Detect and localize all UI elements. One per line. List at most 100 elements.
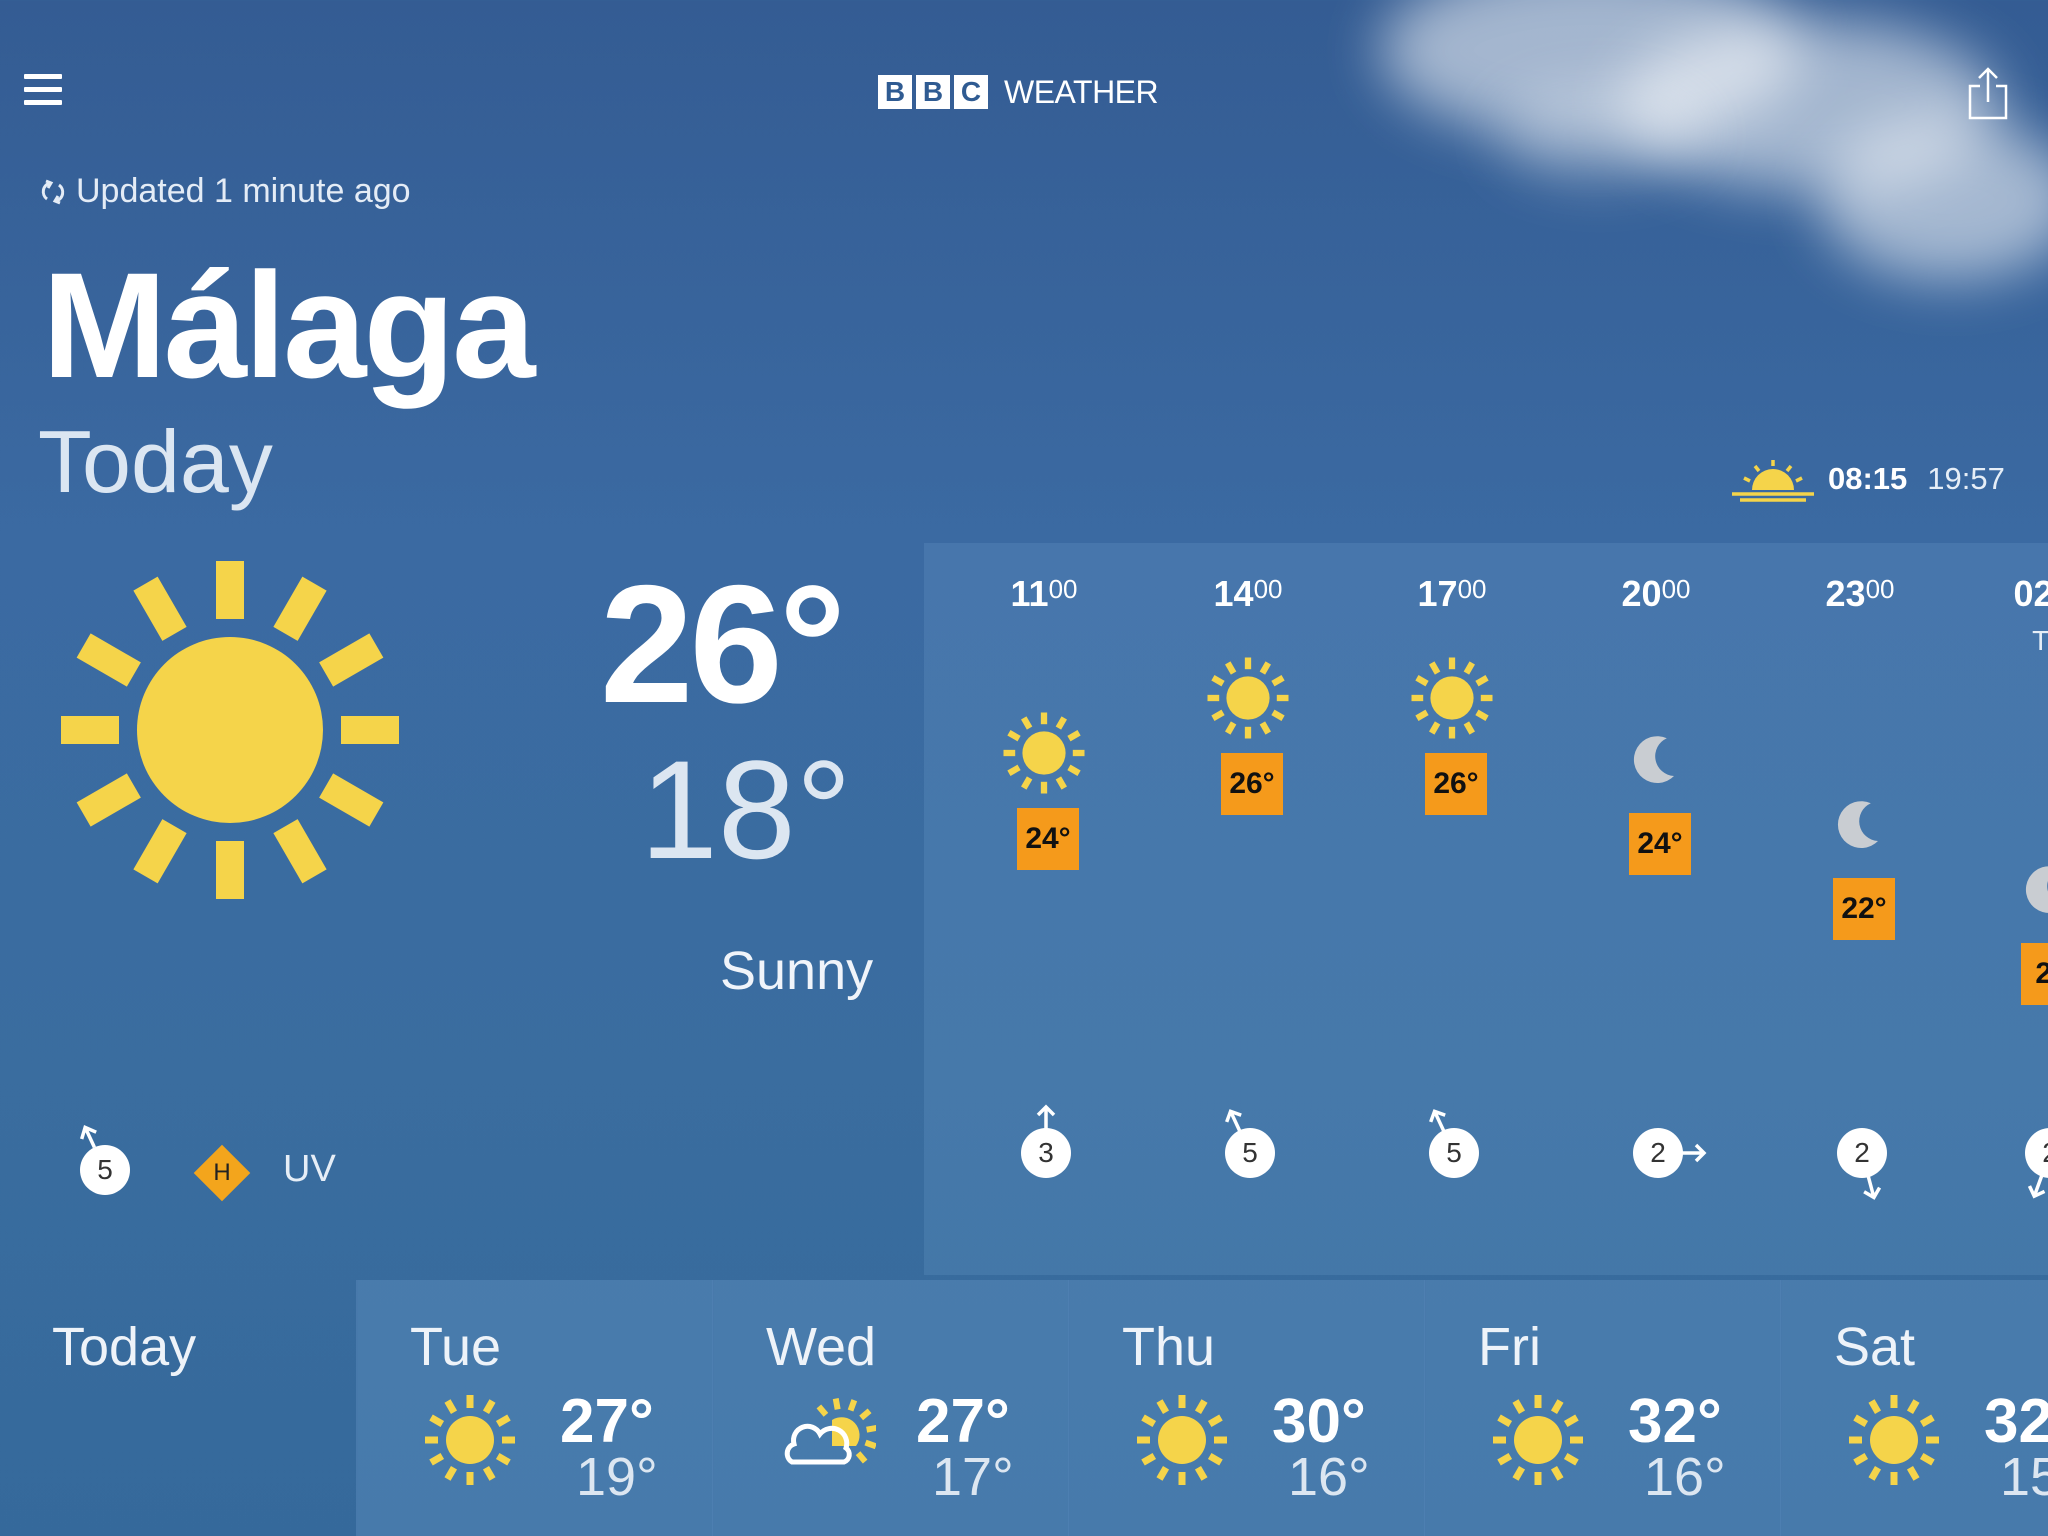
hour-wind: 2 xyxy=(1596,1103,1716,1193)
sunrise-time: 08:15 xyxy=(1828,461,1908,496)
sun-icon xyxy=(1003,712,1085,794)
day-weather-icon xyxy=(1488,1390,1588,1490)
sun-icon xyxy=(1493,1395,1583,1485)
daily-forecast-card[interactable]: Tue 27° 19° xyxy=(356,1280,713,1536)
hour-label: 1400 xyxy=(1188,573,1308,615)
wind-speed: 2 xyxy=(1837,1128,1887,1178)
hourly-item[interactable]: 1700 26° 5 xyxy=(1392,543,1512,1275)
sunrise-icon xyxy=(1732,460,1814,502)
moon-icon xyxy=(2025,866,2048,913)
daily-forecast-card[interactable]: Thu 30° 16° xyxy=(1068,1280,1425,1536)
hourly-item[interactable]: 1100 24° 3 xyxy=(984,543,1104,1275)
hour-temp-badge: 24° xyxy=(1017,808,1079,870)
logo-letter: B xyxy=(878,75,912,109)
day-name: Today xyxy=(52,1317,197,1377)
uv-label: UV xyxy=(283,1148,336,1190)
share-icon[interactable] xyxy=(1966,66,2010,122)
hamburger-menu-icon[interactable] xyxy=(24,74,62,110)
day-low-temp: 17° xyxy=(932,1447,1014,1507)
refresh-icon xyxy=(41,179,65,204)
hour-wind: 2 xyxy=(1800,1103,1920,1200)
hour-label: 2300 xyxy=(1800,573,1920,615)
sun-icon xyxy=(1411,657,1493,739)
hourly-item[interactable]: 2300 22° 2 xyxy=(1800,543,1920,1275)
daily-forecast-card[interactable]: Wed 27° 17° xyxy=(712,1280,1069,1536)
hour-value: 14 xyxy=(1213,573,1254,614)
day-low-temp: 16° xyxy=(1644,1447,1726,1507)
daily-forecast-card[interactable]: Sat 32 15 xyxy=(1780,1280,2048,1536)
minute-value: 00 xyxy=(1253,574,1283,604)
daily-forecast: Today Tue 27° 19° Wed 27° 17° Thu 30° 16° Fri 32° 16… xyxy=(0,1280,2048,1536)
wind-speed: 2 xyxy=(1633,1128,1683,1178)
hour-temp-badge: 24° xyxy=(1629,813,1691,875)
sun-icon xyxy=(61,561,399,899)
hourly-forecast[interactable]: 1100 24° 3 1400 26° 5 1700 26° 5 2000 24° 2 2300 22° 2… xyxy=(924,543,2048,1275)
hour-wind: 2 xyxy=(1988,1103,2048,1199)
hour-weather-icon xyxy=(999,708,1089,798)
day-name: Wed xyxy=(766,1317,877,1377)
current-condition: Sunny xyxy=(720,941,874,1001)
hourly-item[interactable]: 2000 24° 2 xyxy=(1596,543,1716,1275)
uv-level: H xyxy=(213,1159,231,1186)
day-name: Thu xyxy=(1122,1317,1216,1377)
hourly-item[interactable]: 1400 26° 5 xyxy=(1188,543,1308,1275)
hourly-item[interactable]: 0200Tu202 xyxy=(1988,543,2048,1275)
hour-weather-icon xyxy=(1815,778,1905,868)
updated-text: Updated 1 minute ago xyxy=(76,172,411,210)
sunset-time: 19:57 xyxy=(1927,461,2005,496)
hour-temp-badge: 22° xyxy=(1833,878,1895,940)
last-updated[interactable]: Updated 1 minute ago xyxy=(38,172,411,211)
day-low-temp: 15 xyxy=(2000,1447,2048,1507)
wind-speed: 5 xyxy=(1225,1128,1275,1178)
hour-temp-badge: 20 xyxy=(2021,943,2048,1005)
cloud-sun-icon xyxy=(784,1398,878,1465)
minute-value: 00 xyxy=(1661,574,1691,604)
daily-forecast-card[interactable]: Fri 32° 16° xyxy=(1424,1280,1781,1536)
hour-temp-badge: 26° xyxy=(1425,753,1487,815)
hour-weather-icon xyxy=(2003,843,2048,933)
bbc-weather-logo: B B C WEATHER xyxy=(878,72,1159,112)
sun-icon xyxy=(1207,657,1289,739)
hour-value: 02 xyxy=(2013,573,2048,614)
hour-day-label: Tu xyxy=(2032,625,2048,656)
current-high-temp: 26° xyxy=(600,550,846,738)
sun-icon xyxy=(1849,1395,1939,1485)
hour-temp-badge: 26° xyxy=(1221,753,1283,815)
logo-letter: B xyxy=(916,75,950,109)
hour-weather-icon xyxy=(1611,713,1701,803)
day-name: Sat xyxy=(1834,1317,1916,1377)
minute-value: 00 xyxy=(1457,574,1487,604)
hour-value: 17 xyxy=(1417,573,1458,614)
hour-label: 1100 xyxy=(984,573,1104,615)
day-weather-icon xyxy=(1844,1390,1944,1490)
moon-icon xyxy=(1633,736,1674,783)
uv-badge: H xyxy=(193,1144,251,1202)
city-name: Málaga xyxy=(42,241,536,409)
day-weather-icon xyxy=(420,1390,520,1490)
sunrise-sunset: 08:15 19:57 xyxy=(1730,456,2005,502)
day-low-temp: 16° xyxy=(1288,1447,1370,1507)
daily-today-tab[interactable]: Today xyxy=(0,1280,355,1536)
sun-icon xyxy=(425,1395,515,1485)
hour-value: 11 xyxy=(1010,573,1049,614)
logo-letter: C xyxy=(954,75,988,109)
current-low-temp: 18° xyxy=(640,731,852,888)
wind-speed: 5 xyxy=(1429,1128,1479,1178)
moon-icon xyxy=(1837,801,1878,848)
sun-icon xyxy=(1137,1395,1227,1485)
minute-value: 00 xyxy=(1048,574,1078,604)
wind-speed: 5 xyxy=(80,1145,130,1195)
hour-wind: 5 xyxy=(1188,1103,1308,1193)
wind-speed: 3 xyxy=(1021,1128,1071,1178)
hour-label: 2000 xyxy=(1596,573,1716,615)
day-weather-icon xyxy=(776,1390,878,1490)
hour-value: 23 xyxy=(1825,573,1866,614)
wind-indicator: 5 xyxy=(60,1115,150,1205)
hour-weather-icon xyxy=(1203,653,1293,743)
cloud xyxy=(1500,90,1700,180)
day-name: Fri xyxy=(1478,1317,1541,1377)
hour-wind: 3 xyxy=(984,1103,1104,1193)
hour-label: 1700 xyxy=(1392,573,1512,615)
day-weather-icon xyxy=(1132,1390,1232,1490)
day-name: Tue xyxy=(410,1317,502,1377)
